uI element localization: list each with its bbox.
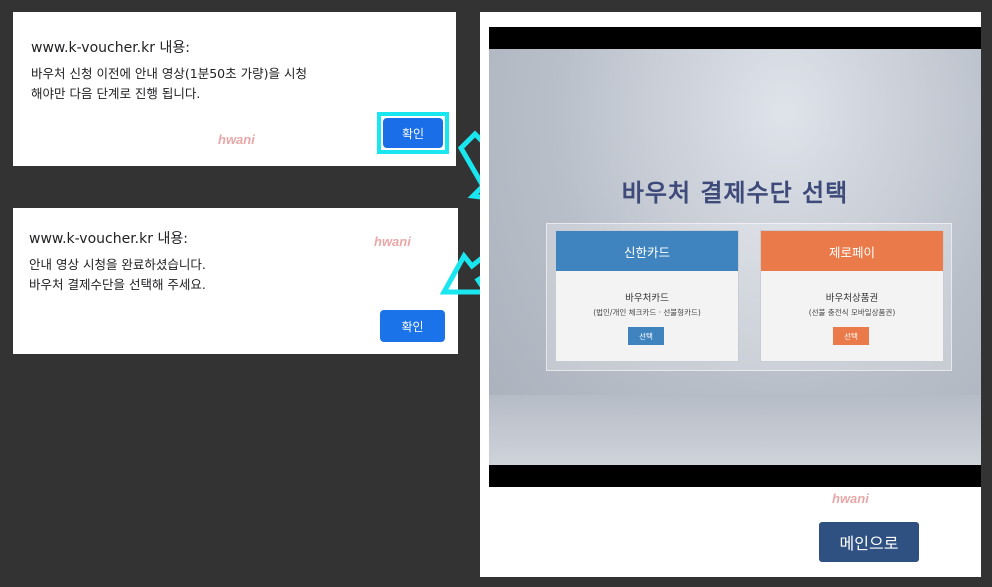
select-button: 선택: [833, 327, 869, 345]
watermark: hwani: [832, 491, 869, 506]
select-button: 선택: [628, 327, 664, 345]
dialog-title: www.k-voucher.kr 내용:: [29, 231, 188, 247]
alert-dialog-1: www.k-voucher.kr 내용: 바우처 신청 이전에 안내 영상(1분…: [13, 12, 456, 166]
option-title: 바우처상품권: [825, 293, 879, 304]
video-floor: [489, 395, 981, 465]
option-subtitle: (법인/개인 체크카드 · 선불형카드): [593, 308, 701, 317]
go-main-button[interactable]: 메인으로: [819, 522, 919, 562]
option-card-shinhan: 신한카드 바우처카드 (법인/개인 체크카드 · 선불형카드) 선택: [555, 230, 739, 362]
watermark: hwani: [374, 234, 411, 249]
watermark: hwani: [218, 132, 255, 147]
option-subtitle: (선불 충전식 모바일상품권): [808, 308, 896, 317]
payment-options: 신한카드 바우처카드 (법인/개인 체크카드 · 선불형카드) 선택 제로페이 …: [546, 223, 952, 371]
dialog-title: www.k-voucher.kr 내용:: [31, 40, 190, 56]
ok-button[interactable]: 확인: [380, 310, 445, 342]
option-title: 바우처카드: [625, 293, 669, 304]
option-card-zeropay: 제로페이 바우처상품권 (선불 충전식 모바일상품권) 선택: [760, 230, 944, 362]
video-frame: 바우처 결제수단 선택 신한카드 바우처카드 (법인/개인 체크카드 · 선불형…: [489, 49, 981, 465]
guide-video[interactable]: 바우처 결제수단 선택 신한카드 바우처카드 (법인/개인 체크카드 · 선불형…: [489, 27, 981, 487]
ok-button[interactable]: 확인: [383, 118, 443, 148]
option-header: 제로페이: [761, 231, 943, 271]
voucher-page-panel: 바우처 결제수단 선택 신한카드 바우처카드 (법인/개인 체크카드 · 선불형…: [480, 12, 981, 577]
dialog-message: 바우처 신청 이전에 안내 영상(1분50초 가량)을 시청 해야만 다음 단계…: [31, 66, 307, 101]
video-heading: 바우처 결제수단 선택: [621, 179, 849, 207]
option-header: 신한카드: [556, 231, 738, 271]
alert-dialog-2: www.k-voucher.kr 내용: 안내 영상 시청을 완료하셨습니다. …: [13, 208, 458, 354]
dialog-message: 안내 영상 시청을 완료하셨습니다. 바우처 결제수단을 선택해 주세요.: [29, 257, 206, 292]
